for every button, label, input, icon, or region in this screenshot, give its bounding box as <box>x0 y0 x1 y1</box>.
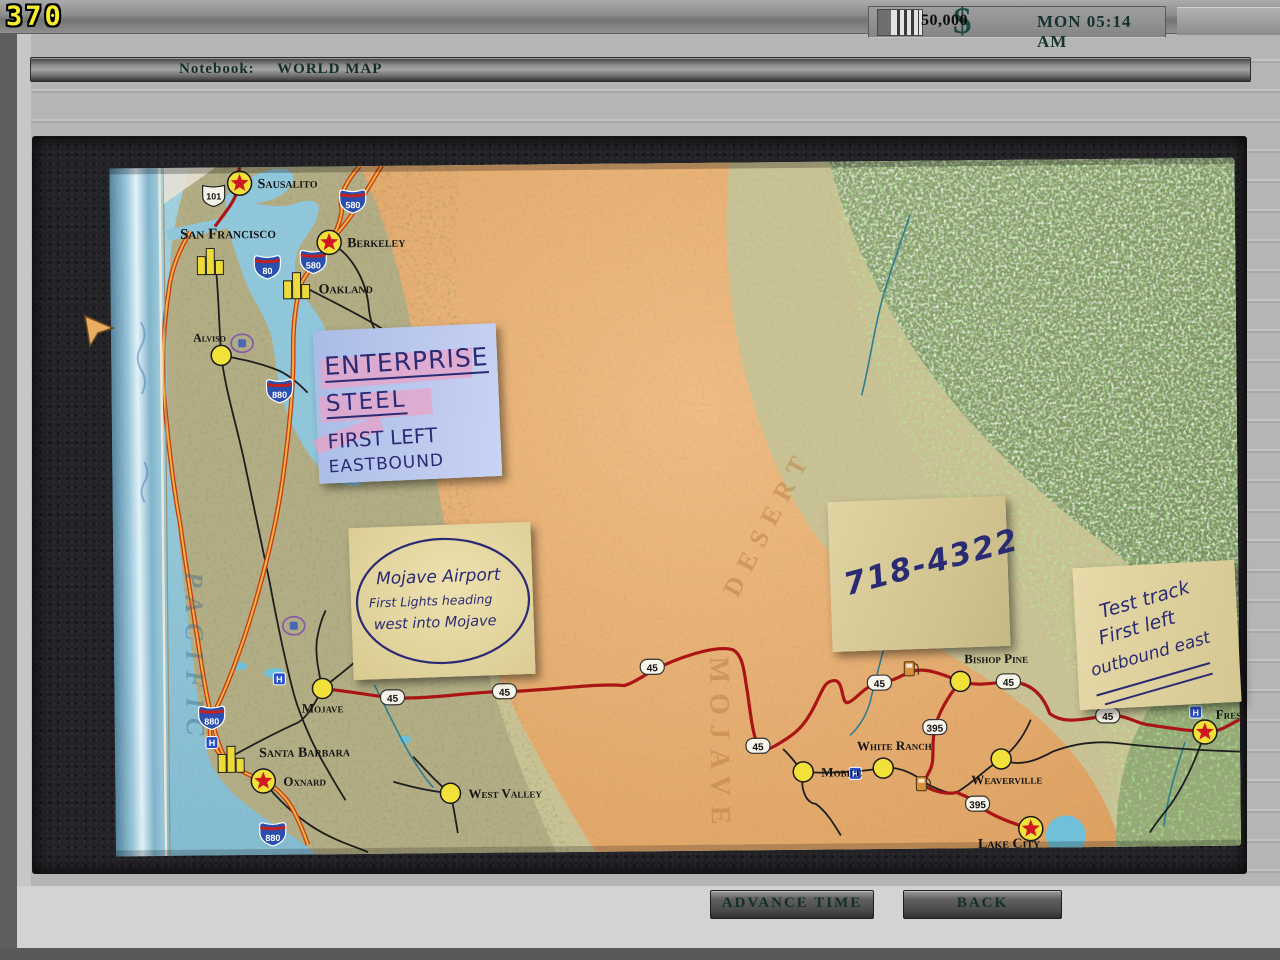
town-label-alviso: Alviso <box>193 330 226 344</box>
svg-text:880: 880 <box>204 716 219 726</box>
svg-text:H: H <box>1192 708 1199 718</box>
back-button[interactable]: BACK <box>903 890 1062 919</box>
town-label-fresno: Fresno <box>1216 707 1246 722</box>
svg-text:45: 45 <box>1003 678 1015 689</box>
sticky-note-test-track: Test track First left outbound east <box>1072 560 1241 710</box>
state-route-marker-45: 45 <box>746 738 770 753</box>
svg-text:395: 395 <box>926 724 943 735</box>
top-status-bar: 370 $ 50,000 MON 05:14 AM <box>0 0 1280 34</box>
town-west-valley: West Valley <box>440 782 542 803</box>
sticky-note-phone-number: 718-4322 <box>827 496 1010 652</box>
svg-text:45: 45 <box>499 688 511 699</box>
sticky-note-enterprise-steel: ENTERPRISE STEEL FIRST LEFT EASTBOUND <box>313 323 502 484</box>
svg-text:45: 45 <box>752 742 764 753</box>
svg-text:H: H <box>276 674 283 684</box>
state-route-marker-395: 395 <box>923 719 947 734</box>
state-route-marker-45: 45 <box>380 690 404 705</box>
notebook-page-name: WORLD MAP <box>277 61 382 77</box>
state-route-marker-45: 45 <box>867 675 891 690</box>
notebook-title-bar: Notebook: WORLD MAP <box>30 57 1251 82</box>
note-line: EASTBOUND <box>328 450 445 477</box>
state-route-marker-45: 45 <box>1096 708 1120 723</box>
town-label-oakland: Oakland <box>319 282 373 298</box>
svg-text:45: 45 <box>874 679 886 690</box>
svg-text:101: 101 <box>206 191 221 201</box>
us-route-shield-101: 101 <box>203 185 225 206</box>
cash-stack-icon <box>877 9 923 36</box>
note-line: STEEL <box>325 386 407 419</box>
svg-text:580: 580 <box>345 200 360 210</box>
notebook-label: Notebook: <box>179 61 255 77</box>
world-map: PACIFIC MOJAVE DESERT 101580805808808808… <box>33 137 1246 873</box>
pointer-cursor-icon <box>83 313 117 349</box>
state-route-marker-45: 45 <box>996 674 1020 689</box>
score-logo: 370 <box>6 1 64 32</box>
svg-text:80: 80 <box>262 266 272 276</box>
svg-text:45: 45 <box>1102 712 1114 723</box>
svg-text:395: 395 <box>969 800 986 811</box>
svg-text:H: H <box>209 738 216 748</box>
state-route-marker-45: 45 <box>640 659 664 674</box>
bottom-dark-rail <box>0 948 1280 960</box>
sticky-note-mojave-airport: Mojave Airport First Lights heading west… <box>348 522 535 680</box>
world-map-panel: PACIFIC MOJAVE DESERT 101580805808808808… <box>32 136 1247 874</box>
money-amount: 50,000 <box>921 12 968 30</box>
svg-text:45: 45 <box>647 663 659 674</box>
town-label-weaverville: Weaverville <box>971 772 1042 788</box>
note-line: 718-4322 <box>840 522 1023 603</box>
town-mobile: Mobile <box>793 761 862 782</box>
notebook-title-text: Notebook: WORLD MAP <box>179 61 382 78</box>
advance-time-button[interactable]: ADVANCE TIME <box>710 890 874 919</box>
left-light-column <box>17 33 31 948</box>
footer-band <box>17 886 1280 948</box>
town-label-mojave: Mojave <box>302 700 344 715</box>
hud-blank-panel <box>1177 7 1280 35</box>
state-route-marker-395: 395 <box>966 796 990 811</box>
lake-city-lake <box>1046 815 1086 855</box>
hospital-icon: H <box>206 736 218 748</box>
town-label-mobile: Mobile <box>821 764 862 779</box>
datetime-display: MON 05:14 AM <box>1037 12 1165 52</box>
svg-text:580: 580 <box>306 260 321 270</box>
town-label-bishop-pine: Bishop Pine <box>964 651 1028 667</box>
svg-text:880: 880 <box>265 833 280 843</box>
map-page: PACIFIC MOJAVE DESERT 101580805808808808… <box>109 148 1246 865</box>
town-label-sausalito: Sausalito <box>258 176 318 192</box>
town-label-oxnard: Oxnard <box>283 773 326 788</box>
town-label-santa-barbara: Santa Barbara <box>259 745 351 761</box>
town-label-west-valley: West Valley <box>468 785 542 801</box>
left-dark-rail <box>0 28 17 960</box>
svg-text:45: 45 <box>387 694 399 705</box>
town-label-berkeley: Berkeley <box>347 236 406 252</box>
town-label-white-ranch: White Ranch <box>857 738 932 754</box>
hospital-icon: H <box>1190 706 1202 718</box>
hud-money-time-box: $ 50,000 MON 05:14 AM <box>868 6 1166 38</box>
note-line: FIRST LEFT <box>327 423 438 454</box>
state-route-marker-45: 45 <box>492 684 516 699</box>
desert-label-mojave: MOJAVE <box>703 657 736 835</box>
page-curl <box>109 168 164 856</box>
svg-text:880: 880 <box>272 390 287 400</box>
hospital-icon: H <box>273 673 285 685</box>
town-label-san-francisco: San Francisco <box>180 226 276 243</box>
